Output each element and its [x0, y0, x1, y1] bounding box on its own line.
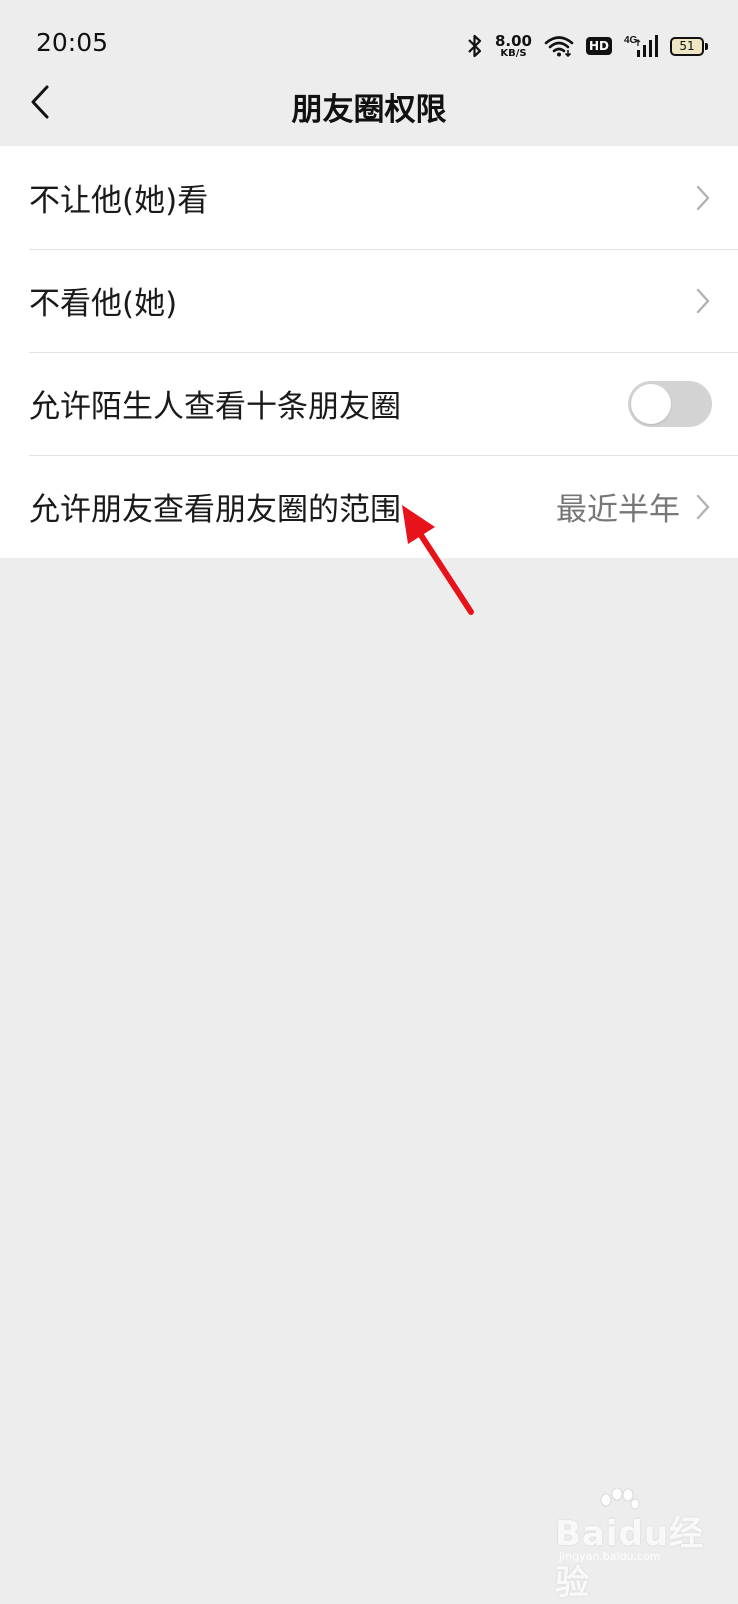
setting-label: 不看他(她)	[29, 286, 178, 322]
settings-list: 不让他(她)看 不看他(她) 允许陌生人查看十条朋友圈 允许朋友查看朋友圈的范围…	[0, 146, 738, 558]
setting-hide-my-moments[interactable]: 不让他(她)看	[0, 146, 738, 249]
hd-icon: HD	[585, 37, 612, 55]
page-title: 朋友圈权限	[291, 92, 447, 128]
chevron-right-icon	[696, 185, 710, 211]
speed-value: 8.00	[494, 31, 532, 50]
setting-friends-view-range[interactable]: 允许朋友查看朋友圈的范围 最近半年	[0, 455, 738, 558]
signal-icon: 4G	[624, 33, 658, 59]
chevron-right-icon	[696, 494, 710, 520]
battery-icon: 51	[670, 36, 708, 56]
chevron-right-icon	[696, 288, 710, 314]
baidu-watermark: Baidu经验 jingyan.baidu.com	[555, 1488, 715, 1603]
speed-unit: KB/S	[500, 47, 527, 59]
setting-value: 最近半年	[556, 492, 680, 528]
battery-level: 51	[679, 39, 695, 53]
setting-label: 不让他(她)看	[29, 183, 209, 219]
annotation-arrow-icon	[402, 505, 474, 615]
nav-bar: 朋友圈权限	[0, 62, 738, 146]
svg-text:4G: 4G	[624, 35, 638, 46]
watermark-url: jingyan.baidu.com	[559, 1550, 661, 1563]
setting-label: 允许陌生人查看十条朋友圈	[29, 389, 401, 425]
setting-hide-their-moments[interactable]: 不看他(她)	[0, 249, 738, 352]
bluetooth-icon	[467, 34, 483, 58]
setting-strangers-view-ten: 允许陌生人查看十条朋友圈	[0, 352, 738, 455]
status-time: 20:05	[36, 28, 109, 57]
network-speed: 8.00 KB/S	[494, 31, 532, 59]
strangers-toggle[interactable]	[628, 380, 712, 427]
toggle-knob	[631, 383, 671, 424]
wifi-icon	[544, 35, 574, 57]
status-icons: 8.00 KB/S HD 4G 51	[467, 30, 708, 62]
